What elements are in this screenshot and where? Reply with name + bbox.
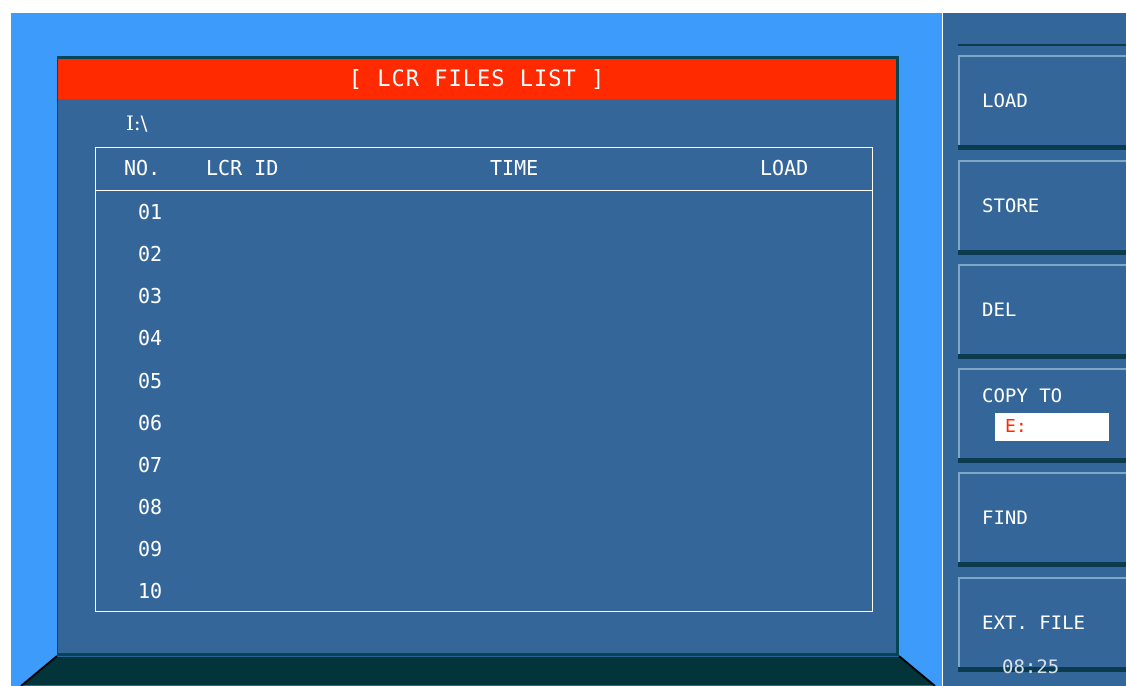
panel-title-bar: [ LCR FILES LIST ] [58, 59, 896, 99]
instrument-screen: [ LCR FILES LIST ] I:\ NO. LCR ID TIME L… [0, 0, 1126, 686]
table-row[interactable]: 07 [138, 453, 162, 477]
table-row[interactable]: 01 [138, 200, 162, 224]
current-path[interactable]: I:\ [126, 111, 147, 135]
col-header-load: LOAD [760, 156, 809, 180]
table-row[interactable]: 09 [138, 537, 162, 561]
files-list-panel: [ LCR FILES LIST ] I:\ NO. LCR ID TIME L… [58, 59, 896, 653]
table-row[interactable]: 10 [138, 579, 162, 603]
col-header-no: NO. [124, 156, 161, 180]
softkey-shadow [958, 458, 1126, 463]
store-button-label: STORE [982, 195, 1040, 217]
files-table: NO. LCR ID TIME LOAD 01 02 03 04 05 06 0… [95, 147, 873, 612]
copy-to-button-label: COPY TO [982, 385, 1063, 407]
table-row[interactable]: 04 [138, 326, 162, 350]
table-row[interactable]: 03 [138, 284, 162, 308]
softkey-shadow [958, 250, 1126, 255]
del-button[interactable]: DEL [958, 264, 1126, 356]
softkey-shadow [958, 354, 1126, 359]
table-row[interactable]: 05 [138, 369, 162, 393]
header-divider [96, 190, 872, 191]
table-row[interactable]: 08 [138, 495, 162, 519]
softkey-shadow [958, 562, 1126, 567]
copy-to-button[interactable]: COPY TO E: [958, 368, 1126, 460]
clock: 08:25 [1002, 656, 1060, 678]
col-header-time: TIME [490, 156, 539, 180]
softkey-shadow [958, 145, 1126, 150]
table-row[interactable]: 02 [138, 242, 162, 266]
sidebar-divider [958, 44, 1126, 46]
load-button-label: LOAD [982, 90, 1028, 112]
del-button-label: DEL [982, 299, 1017, 321]
store-button[interactable]: STORE [958, 160, 1126, 252]
panel-title: [ LCR FILES LIST ] [348, 66, 606, 92]
table-row[interactable]: 06 [138, 411, 162, 435]
col-header-lcr-id: LCR ID [206, 156, 279, 180]
softkey-sidebar: LOAD STORE DEL COPY TO E: FIND EXT. FILE [943, 13, 1126, 686]
find-button[interactable]: FIND [958, 472, 1126, 564]
find-button-label: FIND [982, 507, 1028, 529]
load-button[interactable]: LOAD [958, 55, 1126, 147]
ext-file-button-label: EXT. FILE [982, 612, 1085, 634]
copy-to-target-field[interactable]: E: [995, 413, 1109, 441]
